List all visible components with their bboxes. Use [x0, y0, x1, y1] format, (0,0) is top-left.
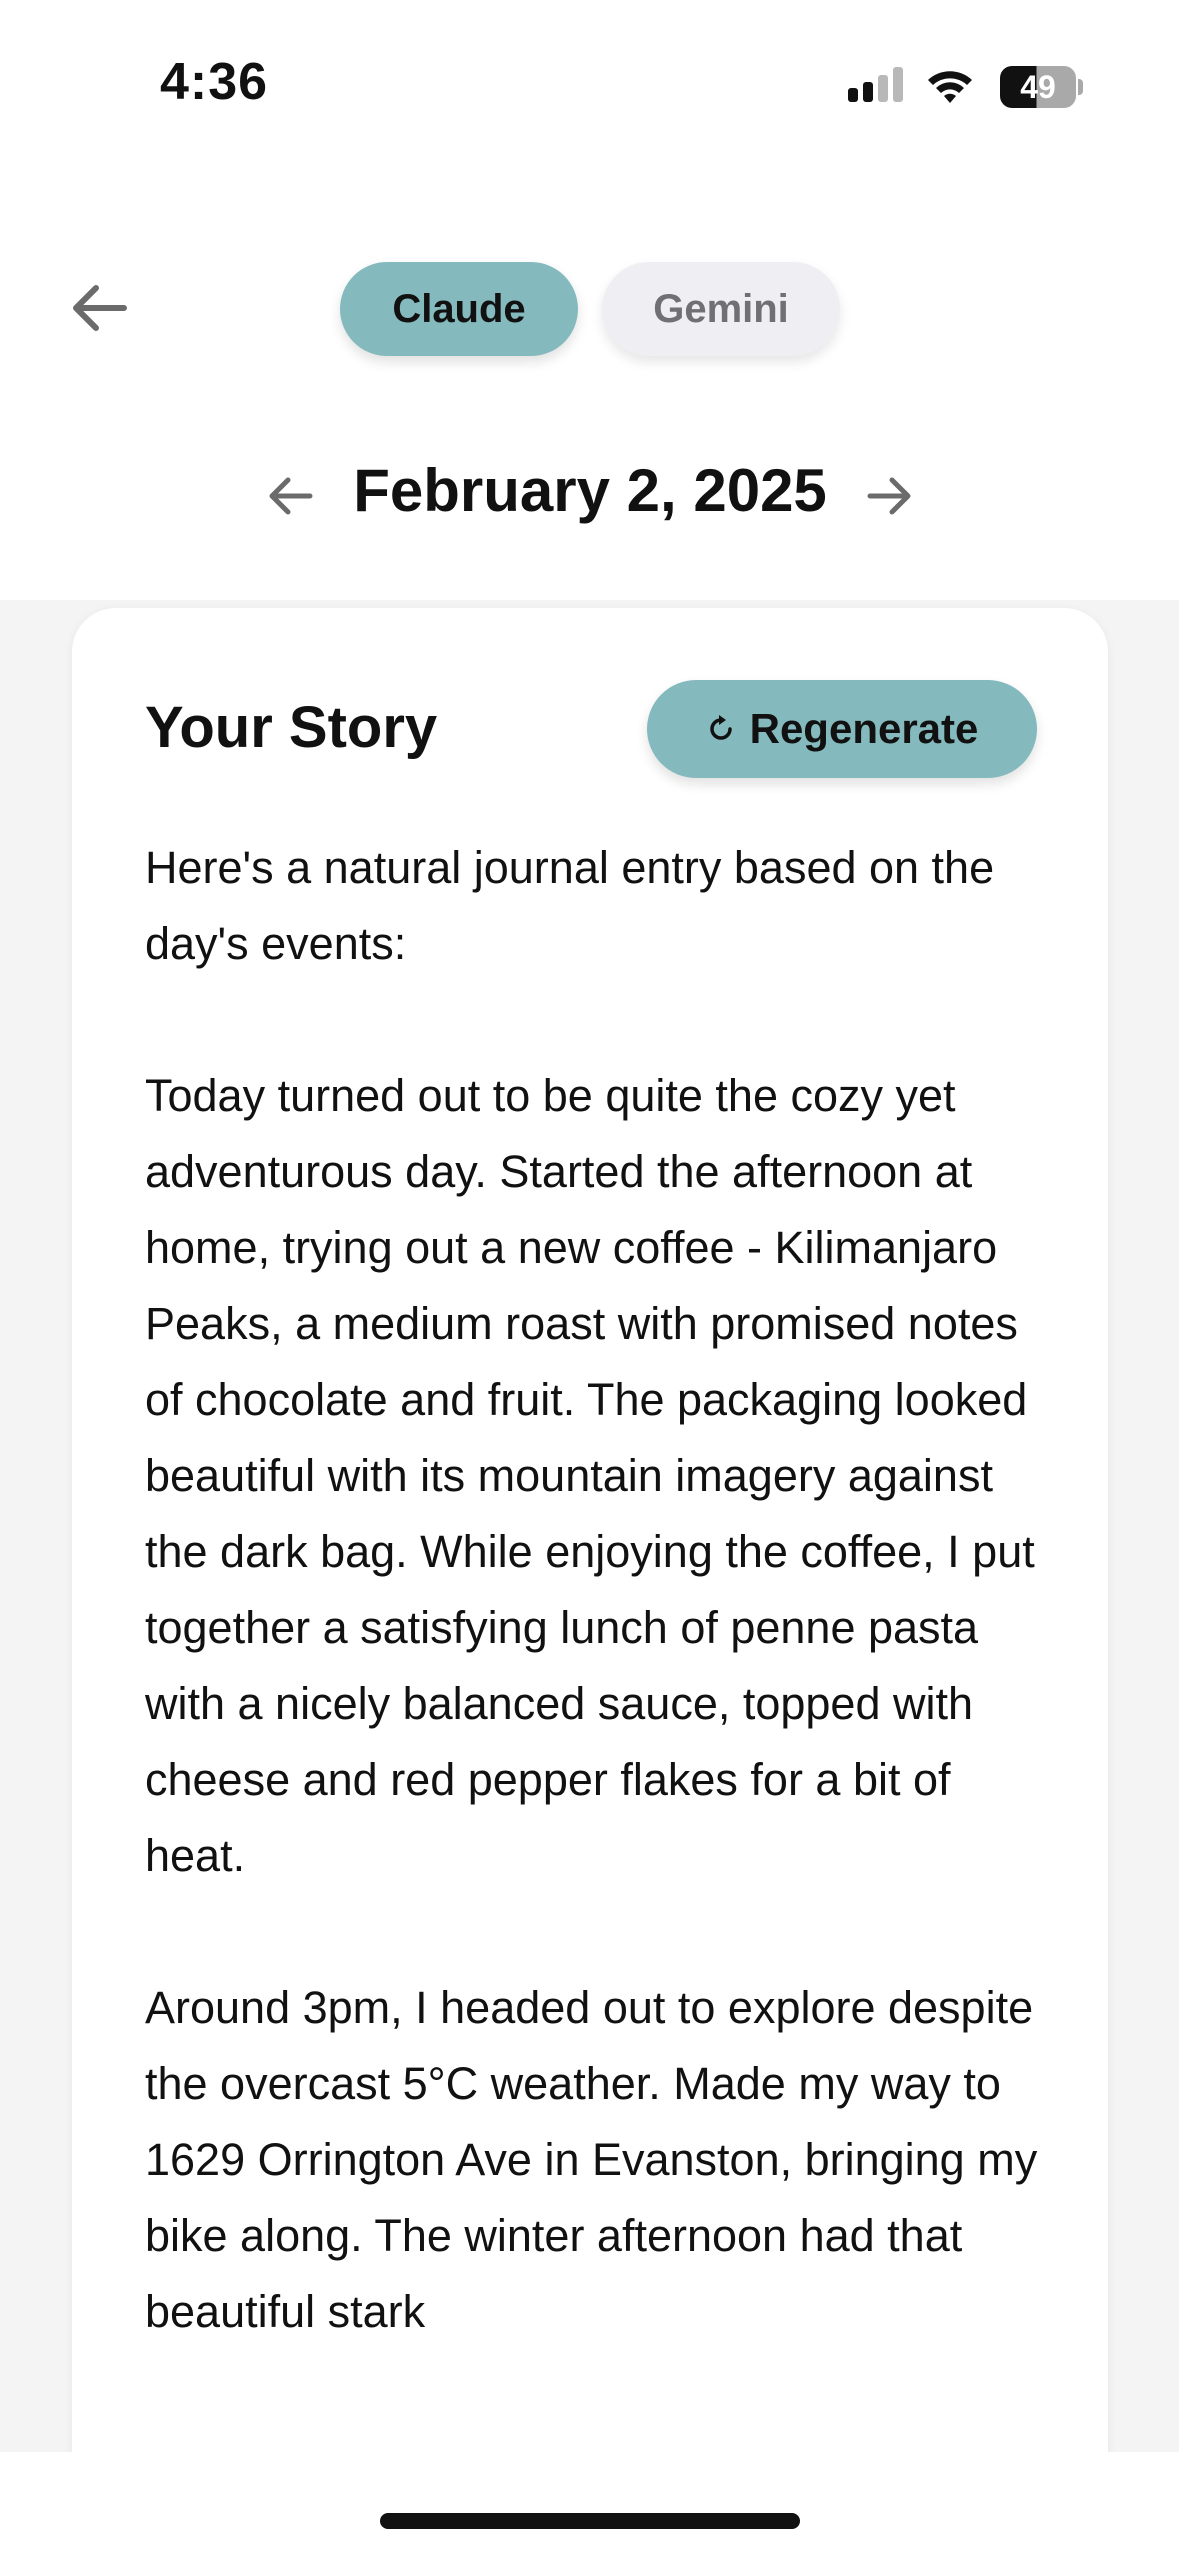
next-day-arrow-icon[interactable]: [862, 468, 918, 524]
story-paragraph: Around 3pm, I headed out to explore desp…: [145, 1982, 1038, 2337]
battery-icon: 49: [1000, 66, 1083, 108]
story-paragraph: Today turned out to be quite the cozy ye…: [145, 1070, 1035, 1881]
regenerate-button[interactable]: Regenerate: [647, 680, 1037, 778]
date-title: February 2, 2025: [353, 457, 827, 524]
wifi-icon: [928, 71, 972, 103]
tab-claude[interactable]: Claude: [340, 262, 578, 356]
card-title: Your Story: [145, 695, 438, 760]
story-paragraph-intro: Here's a natural journal entry based on …: [145, 842, 995, 969]
regenerate-label: Regenerate: [749, 705, 979, 752]
refresh-icon: [709, 715, 732, 740]
signal-icon: [848, 67, 903, 102]
story-text: Here's a natural journal entry based on …: [145, 830, 1050, 2426]
header: [0, 150, 1179, 600]
back-arrow-icon[interactable]: [62, 278, 134, 338]
previous-day-arrow-icon[interactable]: [262, 468, 318, 524]
tab-gemini[interactable]: Gemini: [602, 262, 840, 356]
bottom-bar: [0, 2452, 1179, 2556]
status-bar: 4:36 49: [0, 0, 1179, 150]
battery-level: 49: [1020, 69, 1056, 105]
home-indicator[interactable]: [380, 2513, 800, 2529]
status-time: 4:36: [160, 53, 269, 111]
story-card: Your Story Regenerate Here's a natural j…: [72, 608, 1108, 2556]
